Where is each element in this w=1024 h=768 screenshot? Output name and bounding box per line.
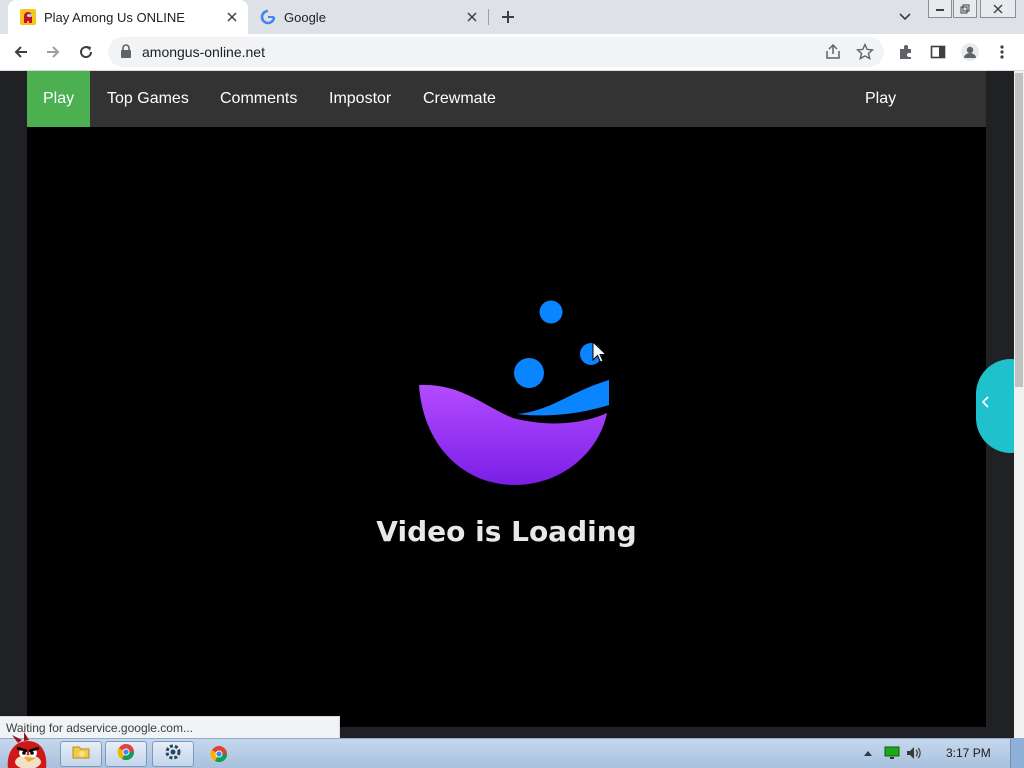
logo-dot-top [539,300,563,324]
nav-comments[interactable]: Comments [204,71,313,127]
taskbar-tool-button[interactable] [152,741,194,767]
close-window-button[interactable] [980,0,1016,18]
tool-icon [164,743,182,766]
forward-button[interactable] [40,39,66,65]
tab-among-us[interactable]: Play Among Us ONLINE [8,0,248,34]
bookmark-star-icon[interactable] [855,42,875,66]
tab-strip: Play Among Us ONLINE Google [0,0,1024,34]
minimize-button[interactable] [928,0,952,18]
video-player[interactable]: Video is Loading [27,127,986,727]
profile-avatar-icon[interactable] [957,39,983,65]
lock-icon[interactable] [120,44,132,63]
address-bar[interactable]: amongus-online.net [108,37,884,67]
page-scrollbar[interactable] [1014,71,1024,768]
close-tab-icon[interactable] [460,5,484,29]
chrome-icon [117,743,135,766]
nav-impostor[interactable]: Impostor [313,71,407,127]
taskbar-clock[interactable]: 3:17 PM [946,746,991,760]
google-icon [260,9,276,25]
tab-title: Google [284,9,326,25]
back-button[interactable] [8,39,34,65]
nav-crewmate[interactable]: Crewmate [407,71,512,127]
among-us-icon [20,9,36,25]
page-viewport: Play Top Games Comments Impostor Crewmat… [0,71,1024,768]
status-bubble: Waiting for adservice.google.com... [0,716,340,738]
nav-play-wordle[interactable]: Play WORDLE [849,71,986,163]
new-tab-button[interactable] [496,5,520,29]
scrollbar-thumb[interactable] [1015,73,1023,387]
nav-top-games[interactable]: Top Games [91,71,205,127]
screen: Play Among Us ONLINE Google amongus-onli… [0,0,1024,768]
show-desktop-button[interactable] [1010,739,1024,768]
restore-button[interactable] [953,0,977,18]
chevron-left-icon [981,395,990,411]
extensions-icon[interactable] [893,39,919,65]
volume-icon[interactable] [906,745,922,761]
network-icon[interactable] [884,745,900,761]
logo-dot-left [514,358,544,388]
loading-logo [419,300,609,485]
taskbar-chrome-button[interactable] [105,741,147,767]
menu-kebab-icon[interactable] [989,39,1015,65]
tab-search-icon[interactable] [893,5,917,29]
video-loading-text: Video is Loading [376,515,637,548]
side-panel-icon[interactable] [925,39,951,65]
angry-bird-icon[interactable] [2,729,50,768]
browser-toolbar: amongus-online.net [0,34,1024,71]
site-nav: Play Top Games Comments Impostor Crewmat… [27,71,986,163]
url-text: amongus-online.net [142,44,265,60]
close-tab-icon[interactable] [220,5,244,29]
folder-icon [72,744,90,765]
chrome-icon[interactable] [210,745,228,768]
tab-separator [488,9,489,25]
tab-title: Play Among Us ONLINE [44,9,185,25]
share-icon[interactable] [824,43,842,66]
nav-play[interactable]: Play [27,71,91,127]
reload-button[interactable] [73,39,99,65]
tray-expand-icon[interactable] [860,745,876,761]
tab-google[interactable]: Google [248,0,488,34]
mouse-cursor-icon [592,341,608,363]
taskbar-folder-button[interactable] [60,741,102,767]
taskbar: 3:17 PM [0,732,1024,768]
